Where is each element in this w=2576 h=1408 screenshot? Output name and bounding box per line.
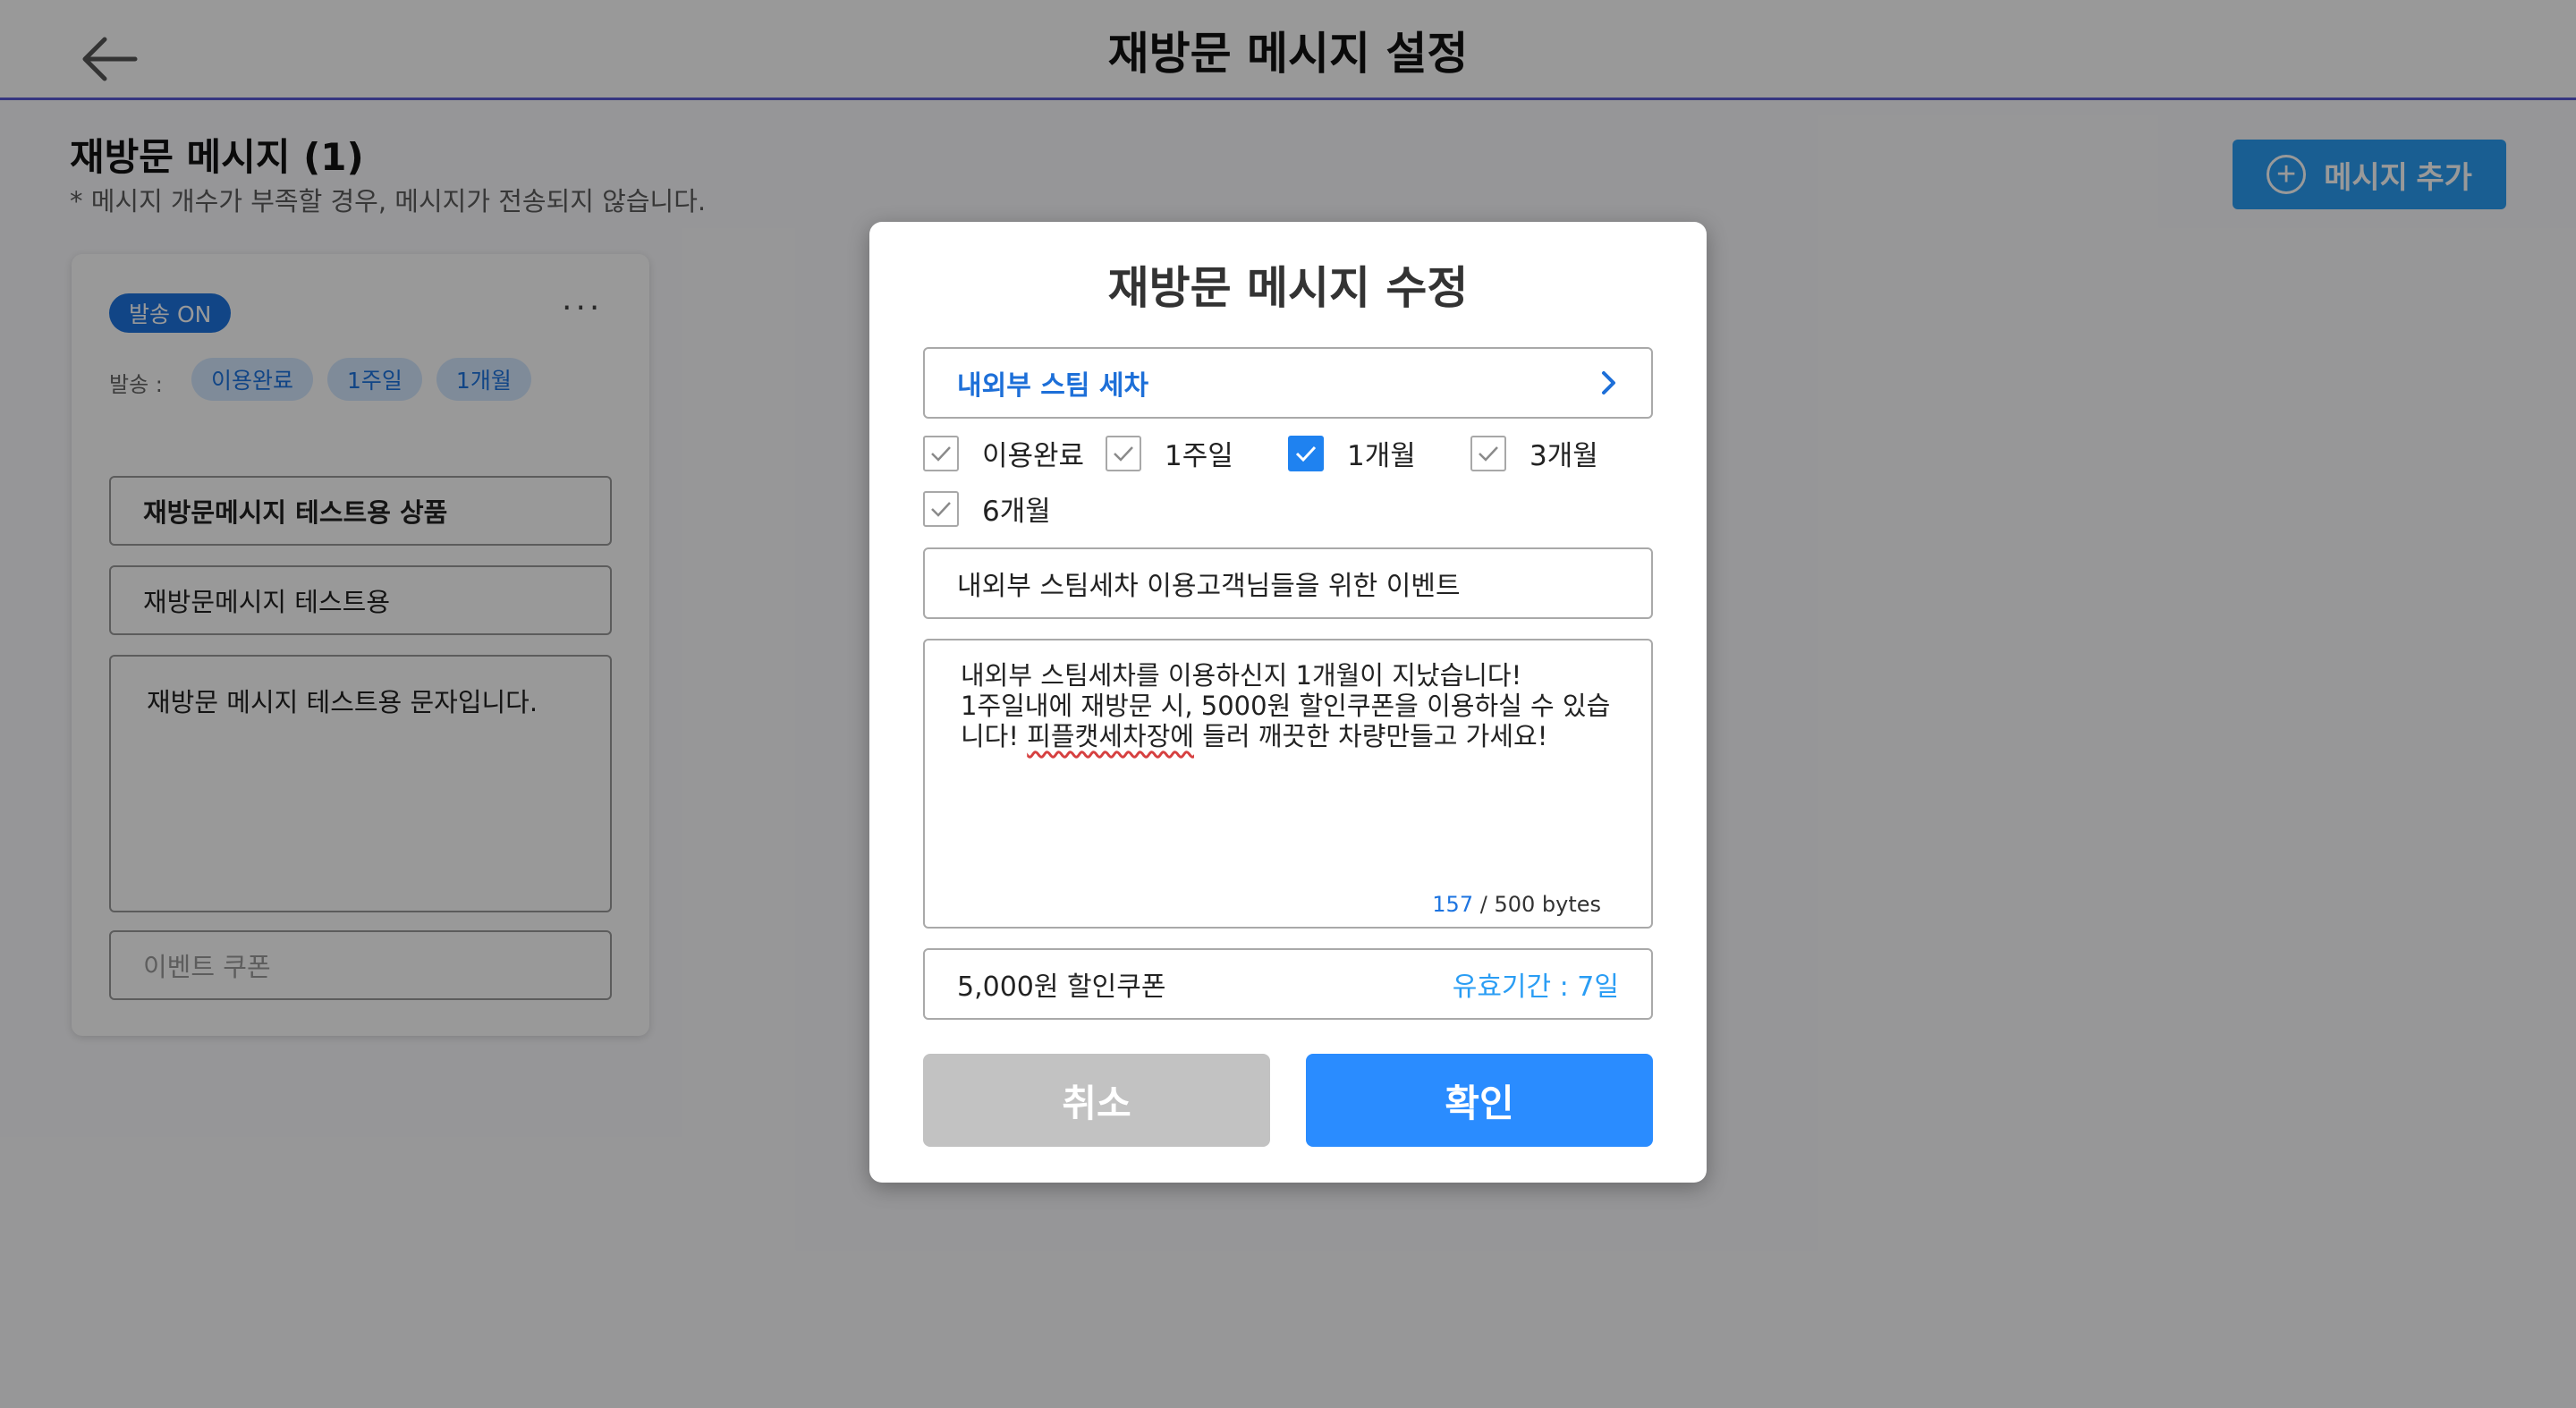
body-line: 내외부 스팀세차를 이용하신지 1개월이 지났습니다! — [961, 660, 1522, 691]
cancel-button[interactable]: 취소 — [923, 1054, 1270, 1147]
chevron-right-icon — [1602, 371, 1615, 394]
body-line: 1주일내에 재방문 시, 5000원 할인쿠폰을 이용하실 수 있습 — [961, 691, 1611, 721]
spellcheck-word: 피플캣세차장에 — [1027, 721, 1194, 751]
edit-message-modal: 재방문 메시지 수정 내외부 스팀 세차 이용완료 1주일 1개월 3개월 6개… — [869, 222, 1707, 1183]
checkbox[interactable] — [923, 435, 959, 471]
check-label: 1개월 — [1347, 440, 1416, 472]
check-icon — [1479, 445, 1498, 462]
check-label: 6개월 — [982, 496, 1051, 528]
checkbox[interactable] — [1470, 435, 1506, 471]
body-segment: 들러 깨끗한 차량만들고 가세요! — [1193, 721, 1548, 751]
message-body-textarea[interactable]: 내외부 스팀세차를 이용하신지 1개월이 지났습니다! 1주일내에 재방문 시,… — [923, 639, 1653, 929]
byte-count: 157 — [1432, 892, 1474, 917]
coupon-field[interactable]: 5,000원 할인쿠폰 유효기간 : 7일 — [923, 948, 1653, 1020]
check-label: 3개월 — [1530, 440, 1598, 472]
check-3month[interactable]: 3개월 — [1470, 433, 1598, 473]
check-1month[interactable]: 1개월 — [1288, 433, 1416, 473]
check-icon — [1114, 445, 1133, 462]
coupon-name: 5,000원 할인쿠폰 — [957, 971, 1166, 1003]
confirm-button[interactable]: 확인 — [1306, 1054, 1653, 1147]
check-label: 이용완료 — [982, 440, 1085, 472]
byte-counter: 157 / 500 bytes — [1432, 889, 1601, 920]
checkbox-checked[interactable] — [1288, 435, 1324, 471]
message-body-text: 내외부 스팀세차를 이용하신지 1개월이 지났습니다! 1주일내에 재방문 시,… — [961, 660, 1615, 751]
check-complete[interactable]: 이용완료 — [923, 433, 1084, 473]
body-line: 니다! 피플캣세차장에 들러 깨끗한 차량만들고 가세요! — [961, 721, 1615, 751]
message-title-input[interactable]: 내외부 스팀세차 이용고객님들을 위한 이벤트 — [923, 547, 1653, 619]
product-selector[interactable]: 내외부 스팀 세차 — [923, 347, 1653, 419]
check-1week[interactable]: 1주일 — [1106, 433, 1233, 473]
check-label: 1주일 — [1165, 440, 1233, 472]
body-segment: 니다! — [961, 721, 1028, 751]
byte-limit: / 500 bytes — [1473, 892, 1601, 917]
checkbox[interactable] — [923, 490, 959, 527]
checkbox[interactable] — [1106, 435, 1141, 471]
check-icon — [931, 501, 951, 517]
check-icon — [931, 445, 951, 462]
modal-title: 재방문 메시지 수정 — [1107, 262, 1469, 314]
check-6month[interactable]: 6개월 — [923, 488, 1051, 529]
check-icon — [1295, 445, 1317, 462]
product-selector-label: 내외부 스팀 세차 — [957, 370, 1149, 402]
coupon-validity: 유효기간 : 7일 — [1452, 971, 1619, 1003]
